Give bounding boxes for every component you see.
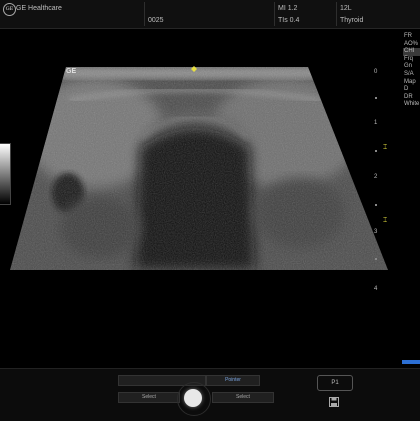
depth-dot: [375, 150, 377, 152]
depth-label: 1: [374, 120, 378, 126]
save-icon[interactable]: [329, 397, 339, 407]
preset-label: Thyroid: [340, 17, 364, 24]
pointer-label[interactable]: Pointer: [206, 375, 260, 386]
header-divider: [274, 2, 275, 26]
thermal-index: TIs 0.4: [278, 17, 300, 24]
top-info-bar: GE GE Healthcare 0025 MI 1.2 TIs 0.4 12L…: [0, 0, 420, 29]
param-item: AO%: [404, 40, 419, 47]
param-item: Gn: [404, 63, 413, 70]
param-item: Map: [404, 78, 416, 85]
control-bar: Pointer Select Select P1: [0, 368, 420, 421]
depth-dot: [375, 97, 377, 99]
param-item: White: [404, 101, 420, 108]
exam-id: 0025: [148, 17, 164, 24]
ultrasound-svg: [10, 66, 388, 270]
grayscale-bar: [0, 143, 11, 205]
select-right-button[interactable]: Select: [212, 392, 274, 403]
select-left-button[interactable]: Select: [118, 392, 180, 403]
ultrasound-image[interactable]: GE: [0, 28, 392, 368]
brand-label: GE Healthcare: [16, 5, 62, 12]
header-divider: [144, 2, 145, 26]
param-item: Frq: [404, 55, 413, 62]
param-item: FR: [404, 33, 412, 39]
param-item: S/A: [404, 70, 414, 77]
image-logo: GE: [66, 68, 77, 75]
status-strip: [402, 360, 420, 364]
depth-label: 2: [374, 174, 378, 180]
trackball[interactable]: [184, 389, 202, 407]
header-divider: [336, 2, 337, 26]
ge-logo-icon: GE: [3, 3, 16, 16]
param-item: D: [404, 86, 409, 93]
depth-label: 0: [374, 69, 378, 75]
param-item: DR: [404, 93, 413, 100]
depth-dot: [375, 204, 377, 206]
p1-button[interactable]: P1: [317, 375, 353, 391]
depth-label: 4: [374, 286, 378, 292]
focus-marker-icon: ⌶: [383, 144, 388, 151]
parameter-list: FR AO% CHI Frq Gn S/A Map D DR White: [403, 33, 420, 109]
param-item: CHI: [403, 48, 420, 56]
probe-label: 12L: [340, 5, 352, 12]
depth-dot: [375, 258, 377, 260]
mechanical-index: MI 1.2: [278, 5, 298, 12]
focus-marker-icon: ⌶: [383, 217, 388, 224]
depth-label: 3: [374, 229, 378, 235]
